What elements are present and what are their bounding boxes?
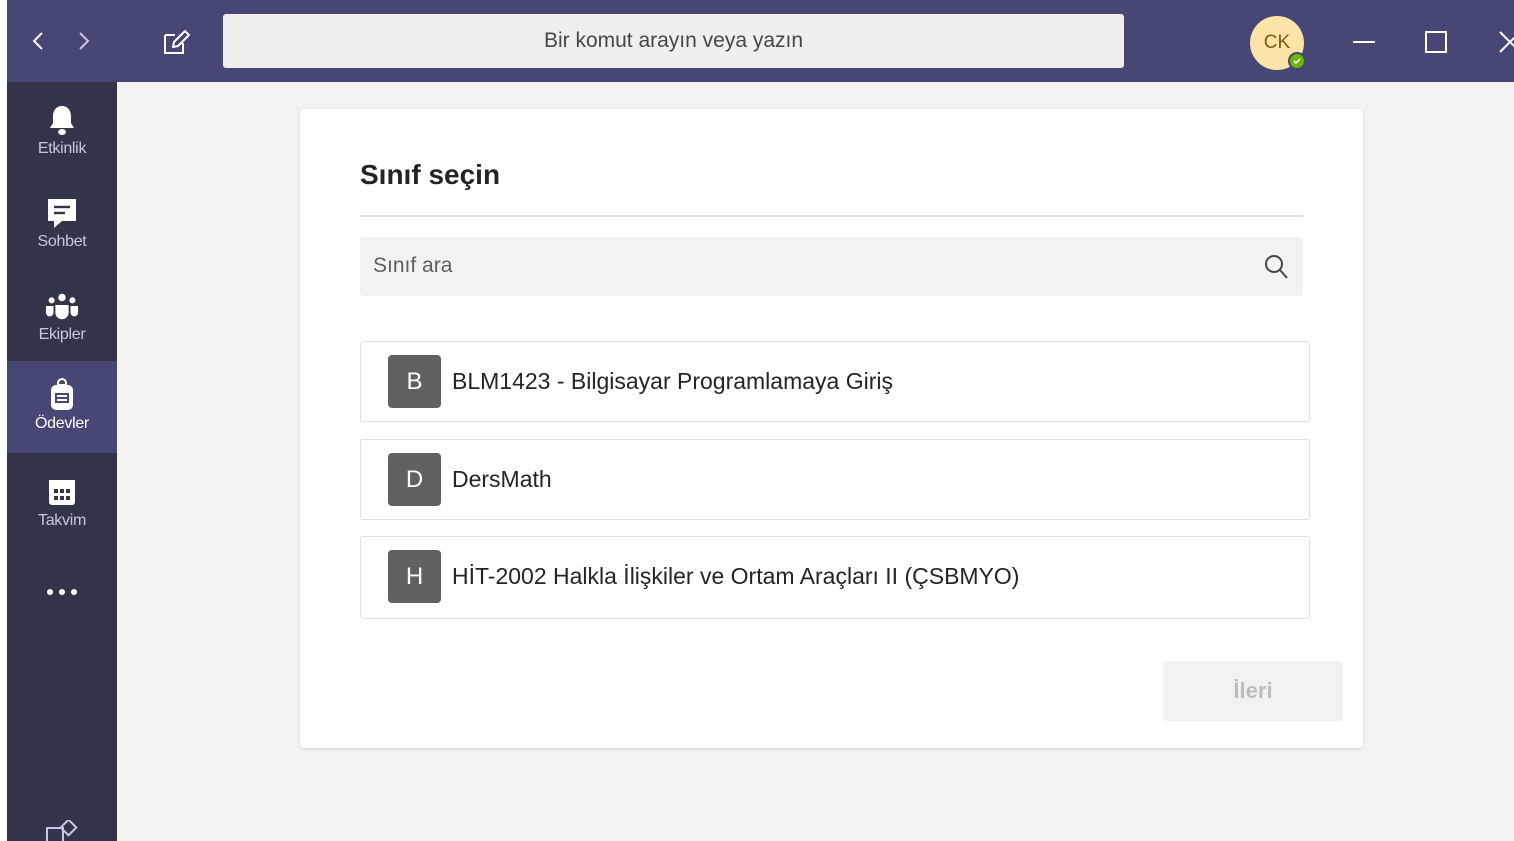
rail-label-teams: Ekipler bbox=[38, 326, 86, 343]
teams-icon bbox=[45, 288, 79, 324]
class-search-placeholder: Sınıf ara bbox=[373, 254, 453, 277]
search-icon[interactable] bbox=[1263, 253, 1289, 281]
title-bar: Bir komut arayın veya yazın CK bbox=[7, 0, 1514, 82]
window-edge bbox=[0, 0, 7, 841]
class-name: DersMath bbox=[452, 466, 552, 492]
chat-icon bbox=[45, 195, 79, 231]
class-list-item[interactable]: B BLM1423 - Bilgisayar Programlamaya Gir… bbox=[360, 341, 1310, 422]
class-badge: D bbox=[388, 453, 441, 506]
close-icon[interactable] bbox=[1487, 22, 1514, 62]
next-button[interactable]: İleri bbox=[1163, 661, 1343, 721]
class-name: HİT-2002 Halkla İlişkiler ve Ortam Araçl… bbox=[452, 563, 1020, 589]
compose-icon[interactable] bbox=[161, 27, 191, 57]
rail-label-calendar: Takvim bbox=[38, 512, 86, 529]
bell-icon bbox=[45, 102, 79, 138]
maximize-icon[interactable] bbox=[1416, 22, 1456, 62]
rail-item-assignments[interactable]: Ödevler bbox=[7, 361, 117, 453]
class-search-input[interactable]: Sınıf ara bbox=[360, 237, 1303, 296]
class-badge: H bbox=[388, 550, 441, 603]
forward-arrow-icon[interactable] bbox=[73, 26, 95, 56]
app-rail: Etkinlik Sohbet Ekipler Ödevler Takvim bbox=[7, 82, 117, 841]
avatar[interactable]: CK bbox=[1250, 16, 1306, 70]
avatar-initials: CK bbox=[1263, 32, 1291, 53]
class-name: BLM1423 - Bilgisayar Programlamaya Giriş bbox=[452, 368, 893, 394]
rail-label-assignments: Ödevler bbox=[35, 415, 89, 432]
rail-item-calendar[interactable]: Takvim bbox=[7, 458, 117, 550]
presence-available-icon bbox=[1288, 52, 1306, 70]
rail-item-activity[interactable]: Etkinlik bbox=[7, 86, 117, 178]
rail-label-activity: Etkinlik bbox=[37, 140, 87, 157]
select-class-dialog: Sınıf seçin Sınıf ara B BLM1423 - Bilgis… bbox=[300, 109, 1363, 748]
calendar-icon bbox=[45, 474, 79, 510]
rail-item-chat[interactable]: Sohbet bbox=[7, 179, 117, 271]
class-list-item[interactable]: D DersMath bbox=[360, 439, 1310, 520]
apps-icon[interactable] bbox=[43, 820, 83, 841]
back-arrow-icon[interactable] bbox=[27, 26, 49, 56]
more-apps-button[interactable] bbox=[7, 572, 117, 612]
command-search-bar[interactable]: Bir komut arayın veya yazın bbox=[223, 14, 1124, 68]
more-icon bbox=[47, 589, 77, 595]
divider bbox=[360, 215, 1303, 217]
rail-label-chat: Sohbet bbox=[37, 233, 87, 250]
class-list-item[interactable]: H HİT-2002 Halkla İlişkiler ve Ortam Ara… bbox=[360, 536, 1310, 619]
assignments-icon bbox=[45, 377, 79, 413]
page-title: Sınıf seçin bbox=[360, 159, 501, 190]
minimize-icon[interactable] bbox=[1344, 22, 1384, 62]
command-search-placeholder: Bir komut arayın veya yazın bbox=[543, 29, 804, 52]
rail-item-teams[interactable]: Ekipler bbox=[7, 272, 117, 364]
class-badge: B bbox=[388, 355, 441, 408]
